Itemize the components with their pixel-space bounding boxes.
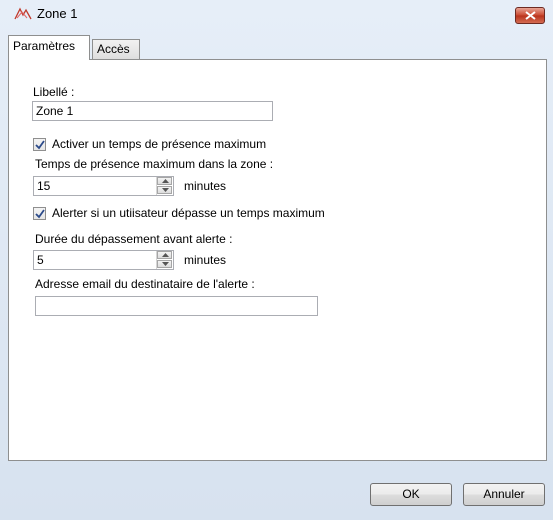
spin-up-button[interactable]: [157, 177, 172, 185]
tab-panel: Libellé : Zone 1 Activer un temps de pré…: [8, 59, 547, 461]
email-field[interactable]: [35, 296, 318, 316]
tab-label: Paramètres: [13, 39, 76, 53]
check-icon: [35, 140, 45, 150]
stepper-buttons: [156, 177, 173, 195]
max-presence-checkbox[interactable]: [33, 138, 46, 151]
max-presence-unit: minutes: [184, 179, 227, 193]
alert-delay-stepper[interactable]: 5: [33, 250, 174, 270]
close-icon: [525, 11, 536, 20]
stepper-buttons: [156, 251, 173, 269]
libelle-label: Libellé :: [33, 85, 75, 99]
arrow-up-icon: [162, 179, 169, 183]
dialog-window: Zone 1 Paramètres Accès Libellé : Zone 1…: [0, 0, 553, 520]
alert-delay-unit: minutes: [184, 253, 227, 267]
arrow-down-icon: [162, 262, 169, 266]
email-label: Adresse email du destinataire de l'alert…: [35, 277, 255, 291]
spin-down-button[interactable]: [157, 186, 172, 194]
alert-checkbox-label[interactable]: Alerter si un utiisateur dépasse un temp…: [52, 206, 325, 220]
ok-button[interactable]: OK: [370, 483, 452, 506]
arrow-up-icon: [162, 253, 169, 257]
libelle-field[interactable]: Zone 1: [32, 101, 273, 121]
max-presence-time-label: Temps de présence maximum dans la zone :: [35, 157, 274, 171]
tab-parametres[interactable]: Paramètres: [8, 35, 90, 60]
window-title: Zone 1: [37, 6, 78, 21]
title-bar[interactable]: Zone 1: [0, 0, 553, 28]
max-presence-time-value: 15: [37, 179, 51, 193]
tab-label: Accès: [97, 42, 130, 56]
max-presence-checkbox-label[interactable]: Activer un temps de présence maximum: [52, 137, 266, 151]
tab-acces[interactable]: Accès: [92, 39, 140, 59]
arrow-down-icon: [162, 188, 169, 192]
spin-up-button[interactable]: [157, 251, 172, 259]
spin-down-button[interactable]: [157, 260, 172, 268]
alert-delay-label: Durée du dépassement avant alerte :: [35, 232, 233, 246]
max-presence-time-stepper[interactable]: 15: [33, 176, 174, 196]
check-icon: [35, 209, 45, 219]
alert-checkbox[interactable]: [33, 207, 46, 220]
close-button[interactable]: [515, 7, 545, 24]
libelle-value: Zone 1: [36, 104, 74, 118]
cancel-button[interactable]: Annuler: [463, 483, 545, 506]
zone-icon: [14, 6, 32, 22]
alert-delay-value: 5: [37, 253, 44, 267]
